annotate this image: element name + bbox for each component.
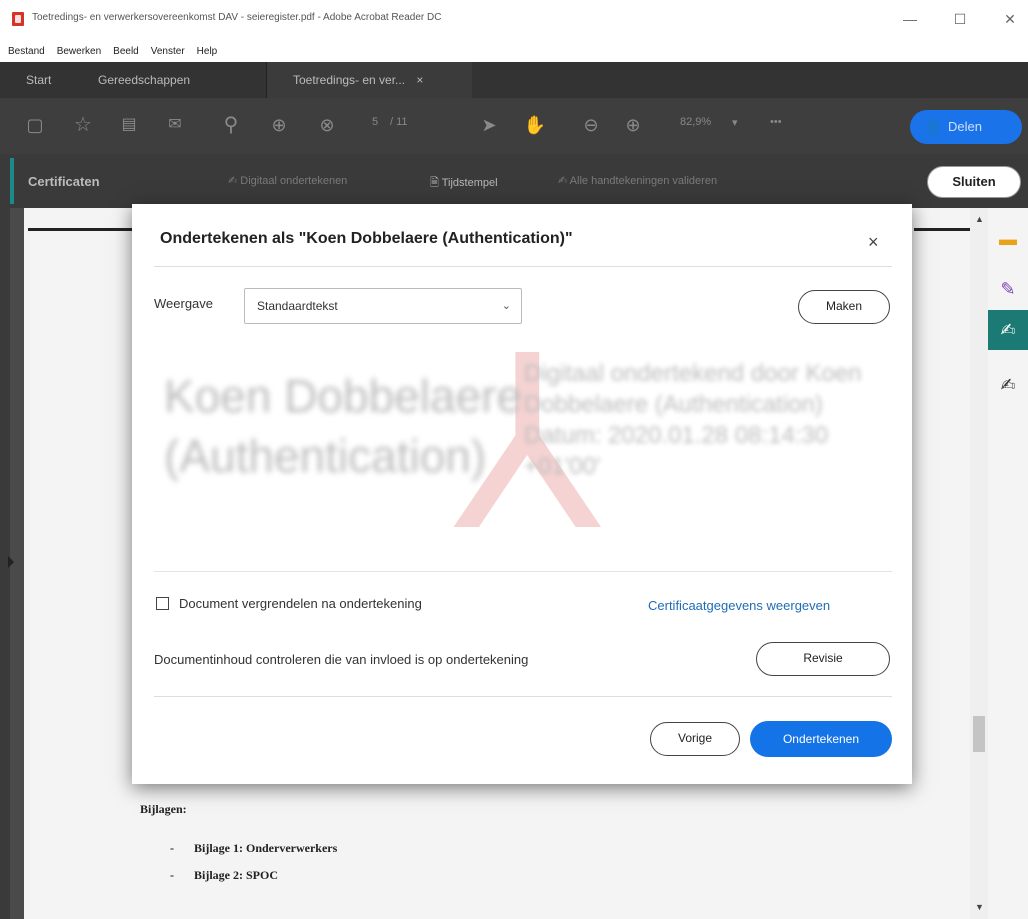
certificates-toolbar: Certificaten ✍ Digitaal ondertekenen 🗎 T… — [0, 154, 1028, 208]
tab-start[interactable]: Start — [26, 62, 51, 98]
appearance-label: Weergave — [154, 296, 214, 311]
menu-help[interactable]: Help — [197, 46, 218, 57]
certificate-details-link[interactable]: Certificaatgegevens weergeven — [648, 598, 830, 613]
plus-circle-icon[interactable]: ⊕ — [620, 112, 646, 138]
digital-sign-tool[interactable]: ✍ Digitaal ondertekenen — [228, 174, 347, 187]
attachment-label: Bijlage 1: Onderverwerkers — [194, 841, 338, 855]
arrow-up-circle-icon[interactable]: ⊕ — [266, 112, 292, 138]
digital-sign-label: Digitaal ondertekenen — [240, 175, 348, 187]
page-rule-left — [28, 228, 138, 231]
scroll-down-icon[interactable]: ▼ — [975, 902, 984, 912]
zoom-caret-icon[interactable]: ▾ — [732, 116, 738, 129]
scroll-thumb[interactable] — [973, 716, 985, 752]
acrobat-icon — [12, 12, 24, 26]
maximize-button[interactable]: ☐ — [946, 8, 974, 30]
validate-all-tool[interactable]: ✍ Alle handtekeningen valideren — [558, 174, 717, 187]
dialog-divider — [154, 266, 892, 267]
lock-document-checkbox[interactable] — [156, 597, 169, 610]
page-number-input[interactable]: 5 — [372, 116, 378, 128]
print-icon[interactable]: ▤ — [116, 112, 142, 138]
save-icon[interactable]: ▢ — [22, 112, 48, 138]
menu-bar: Bestand Bewerken Beeld Venster Help — [0, 40, 1028, 62]
comment-icon[interactable]: ▬ — [988, 222, 1028, 256]
certificates-label: Certificaten — [28, 174, 100, 189]
preview-signature-details: Digitaal ondertekend door Koen Dobbelaer… — [524, 360, 862, 480]
vertical-scrollbar[interactable]: ▲ ▼ — [970, 208, 988, 919]
close-window-button[interactable]: ✕ — [996, 8, 1024, 30]
sign-button[interactable]: Ondertekenen — [750, 721, 892, 757]
list-item: - Bijlage 2: SPOC — [140, 868, 337, 883]
dialog-title: Ondertekenen als "Koen Dobbelaere (Authe… — [160, 230, 573, 247]
star-icon[interactable]: ☆ — [70, 112, 96, 138]
scroll-up-icon[interactable]: ▲ — [975, 214, 984, 224]
chevron-down-icon: ⌄ — [501, 300, 511, 312]
timestamp-tool[interactable]: 🗎 Tijdstempel — [430, 174, 498, 193]
appearance-value: Standaardtekst — [257, 299, 338, 313]
zoom-search-icon[interactable]: ⚲ — [218, 112, 244, 138]
more-signature-icon[interactable]: ✍ — [988, 368, 1028, 402]
lock-document-label: Document vergrendelen na ondertekening — [179, 596, 422, 611]
tool-accent — [10, 158, 14, 204]
signature-preview: ⅄ Koen Dobbelaere (Authentication) Digit… — [154, 344, 892, 572]
share-button[interactable]: 👤 Delen — [910, 110, 1022, 144]
preview-signer-name: Koen Dobbelaere (Authentication) — [164, 370, 523, 482]
fill-sign-icon[interactable]: ✎ — [988, 272, 1028, 306]
validate-all-label: Alle handtekeningen valideren — [569, 175, 718, 187]
dialog-footer-divider — [154, 696, 892, 697]
arrow-down-circle-icon[interactable]: ⊗ — [314, 112, 340, 138]
list-dash: - — [170, 841, 174, 855]
tab-document-label: Toetredings- en ver... — [293, 73, 406, 87]
tab-bar: Start Gereedschappen Toetredings- en ver… — [0, 62, 1028, 98]
menu-venster[interactable]: Venster — [151, 46, 185, 57]
appearance-select[interactable]: Standaardtekst ⌄ — [244, 288, 522, 324]
sign-dialog: Ondertekenen als "Koen Dobbelaere (Authe… — [132, 204, 912, 784]
list-item: - Bijlage 1: Onderverwerkers — [140, 841, 337, 856]
add-user-icon: 👤 — [924, 119, 942, 135]
create-appearance-button[interactable]: Maken — [798, 290, 890, 324]
cursor-icon[interactable]: ➤ — [476, 112, 502, 138]
mail-icon[interactable]: ✉ — [162, 112, 188, 138]
page-total: / 11 — [390, 116, 408, 128]
left-panel-toggle[interactable] — [0, 208, 14, 919]
attachments-section: Bijlagen: - Bijlage 1: Onderverwerkers -… — [140, 802, 337, 895]
share-label: Delen — [948, 119, 982, 134]
attachments-heading: Bijlagen: — [140, 802, 187, 816]
minus-circle-icon[interactable]: ⊖ — [578, 112, 604, 138]
zoom-select[interactable]: 82,9% — [680, 116, 711, 128]
menu-beeld[interactable]: Beeld — [113, 46, 139, 57]
more-tools-icon[interactable]: ••• — [770, 116, 782, 128]
tab-tools[interactable]: Gereedschappen — [98, 62, 190, 98]
menu-bestand[interactable]: Bestand — [8, 46, 45, 57]
main-toolbar: ▢ ☆ ▤ ✉ ⚲ ⊕ ⊗ 5 / 11 ➤ ✋ ⊖ ⊕ 82,9% ▾ ••• — [0, 98, 1028, 154]
window-title: Toetredings- en verwerkersovereenkomst D… — [32, 12, 442, 23]
back-button[interactable]: Vorige — [650, 722, 740, 756]
right-tools-panel: ▬ ✎ ✍ ✍ — [988, 208, 1028, 919]
menu-bewerken[interactable]: Bewerken — [57, 46, 101, 57]
certificates-tool-icon[interactable]: ✍ — [988, 310, 1028, 350]
expand-arrow-icon[interactable] — [8, 556, 14, 568]
review-description: Documentinhoud controleren die van invlo… — [154, 652, 529, 667]
close-icon[interactable]: × — [868, 232, 879, 253]
hand-icon[interactable]: ✋ — [522, 112, 548, 138]
attachment-label: Bijlage 2: SPOC — [194, 868, 278, 882]
timestamp-label: Tijdstempel — [441, 177, 498, 189]
tab-document[interactable]: Toetredings- en ver... × — [266, 62, 472, 98]
list-dash: - — [170, 868, 174, 882]
minimize-button[interactable]: — — [896, 8, 924, 30]
review-button[interactable]: Revisie — [756, 642, 890, 676]
lock-document-option[interactable]: Document vergrendelen na ondertekening — [156, 596, 422, 611]
tab-close-icon[interactable]: × — [416, 73, 423, 87]
close-tool-button[interactable]: Sluiten — [927, 166, 1021, 198]
title-bar: Toetredings- en verwerkersovereenkomst D… — [0, 0, 1028, 40]
